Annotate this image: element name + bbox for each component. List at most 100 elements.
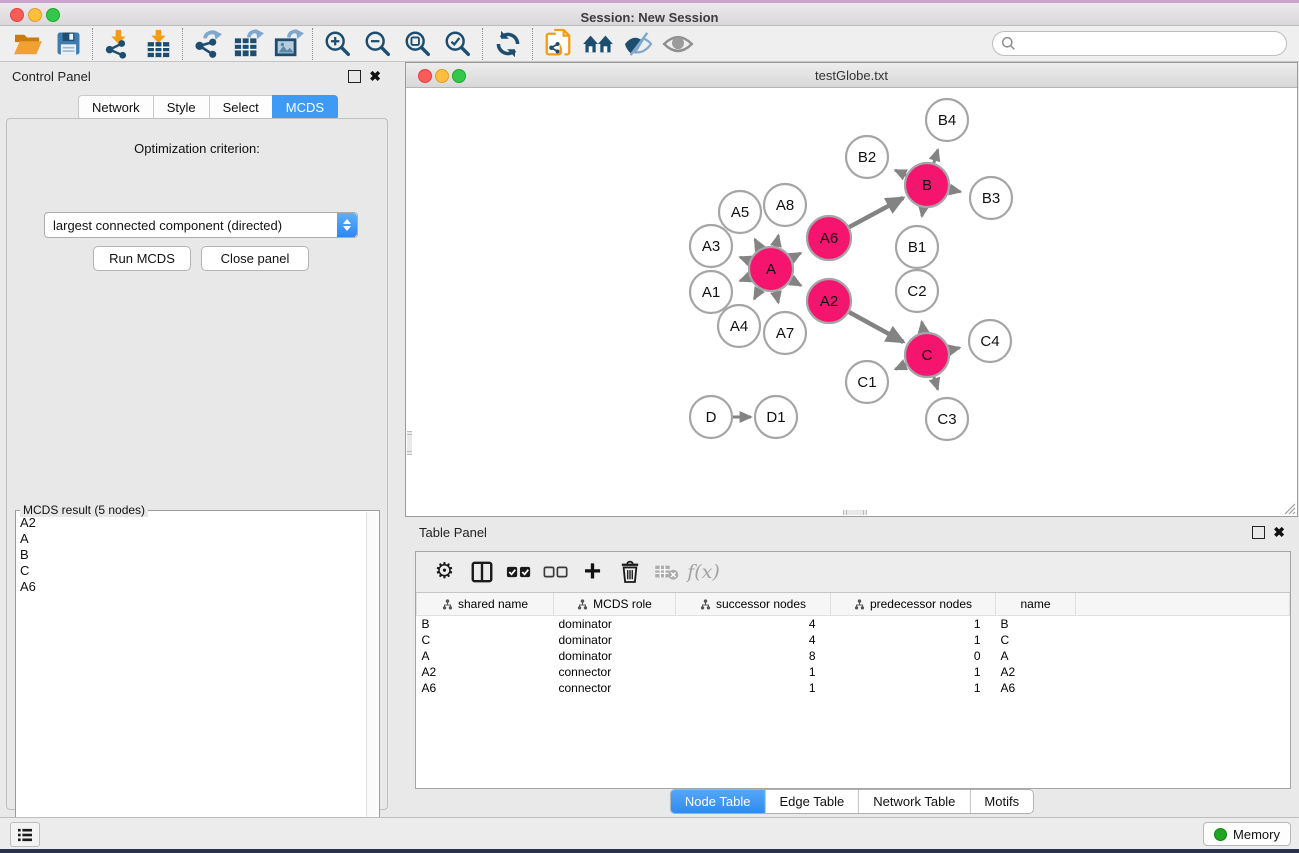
window-resize-grip[interactable] — [1283, 502, 1296, 515]
tab-network-table[interactable]: Network Table — [859, 790, 970, 813]
table-cell[interactable]: A6 — [417, 680, 554, 696]
mcds-result-item[interactable]: A — [20, 531, 365, 547]
table-row[interactable]: Bdominator41B — [417, 616, 1290, 633]
first-neighbors-icon[interactable] — [578, 28, 618, 60]
tab-select[interactable]: Select — [209, 95, 272, 120]
table-cell[interactable]: A — [417, 648, 554, 664]
deselect-all-icon[interactable] — [537, 555, 574, 589]
table-cell[interactable]: C — [996, 632, 1076, 648]
table-row[interactable]: Adominator80A — [417, 648, 1290, 664]
table-cell[interactable]: A — [996, 648, 1076, 664]
search-input[interactable] — [1021, 33, 1286, 55]
table-cell[interactable]: connector — [554, 664, 676, 680]
table-column-header[interactable]: MCDS role — [554, 593, 676, 616]
graph-edge[interactable] — [740, 257, 750, 261]
network-canvas[interactable]: B4B2BB3A8A5A6A3B1AA1C2A2A4A7C4CC1C3DD1 — [406, 88, 1297, 516]
mcds-result-item[interactable]: A2 — [20, 515, 365, 531]
export-table-icon[interactable] — [228, 28, 268, 60]
open-folder-icon[interactable] — [8, 28, 48, 60]
table-column-header[interactable]: successor nodes — [676, 593, 831, 616]
optimization-criterion-dropdown[interactable]: largest connected component (directed) — [44, 212, 358, 238]
save-session-icon[interactable] — [48, 28, 88, 60]
table-cell[interactable]: A2 — [996, 664, 1076, 680]
graph-edge[interactable] — [740, 277, 750, 281]
table-cell[interactable]: 4 — [676, 632, 831, 648]
table-row[interactable]: A2connector11A2 — [417, 664, 1290, 680]
table-cell[interactable]: 8 — [676, 648, 831, 664]
table-column-header[interactable]: shared name — [417, 593, 554, 616]
tab-node-table[interactable]: Node Table — [671, 790, 766, 813]
clone-network-icon[interactable] — [538, 28, 578, 60]
export-image-icon[interactable] — [268, 28, 308, 60]
network-window-titlebar[interactable]: testGlobe.txt — [406, 63, 1297, 88]
close-panel-button[interactable]: Close panel — [201, 246, 309, 271]
table-row[interactable]: A6connector11A6 — [417, 680, 1290, 696]
show-column-icon[interactable] — [463, 555, 500, 589]
close-panel-icon[interactable]: ✖ — [369, 71, 381, 82]
close-table-panel-icon[interactable]: ✖ — [1273, 527, 1285, 538]
table-cell[interactable]: B — [417, 616, 554, 633]
graph-edge[interactable] — [895, 364, 906, 369]
graph-edge[interactable] — [849, 198, 903, 227]
graph-edge[interactable] — [791, 253, 800, 258]
table-cell[interactable]: A2 — [417, 664, 554, 680]
mcds-result-scrollbar[interactable] — [366, 512, 378, 847]
float-panel-icon[interactable] — [348, 70, 361, 83]
mcds-result-item[interactable]: B — [20, 547, 365, 563]
table-cell[interactable]: 1 — [676, 680, 831, 696]
table-cell[interactable]: dominator — [554, 632, 676, 648]
graph-edge[interactable] — [934, 150, 938, 163]
select-all-icon[interactable] — [500, 555, 537, 589]
zoom-out-icon[interactable] — [358, 28, 398, 60]
zoom-fit-icon[interactable] — [398, 28, 438, 60]
export-network-icon[interactable] — [188, 28, 228, 60]
table-cell[interactable]: 0 — [831, 648, 996, 664]
table-cell[interactable]: A6 — [996, 680, 1076, 696]
table-column-header[interactable]: predecessor nodes — [831, 593, 996, 616]
graph-edge[interactable] — [950, 190, 961, 192]
delete-table-icon[interactable] — [648, 555, 685, 589]
graph-edge[interactable] — [754, 289, 760, 299]
window-left-gripper[interactable] — [407, 431, 412, 455]
zoom-in-icon[interactable] — [318, 28, 358, 60]
tab-style[interactable]: Style — [153, 95, 209, 120]
run-mcds-button[interactable]: Run MCDS — [93, 246, 191, 271]
graph-edge[interactable] — [755, 239, 760, 249]
graph-edge[interactable] — [934, 377, 938, 389]
task-history-button[interactable] — [10, 822, 40, 847]
table-cell[interactable]: 1 — [676, 664, 831, 680]
table-cell[interactable]: 1 — [831, 680, 996, 696]
mcds-result-item[interactable]: C — [20, 563, 365, 579]
graph-edge[interactable] — [949, 348, 959, 350]
tab-mcds[interactable]: MCDS — [272, 95, 338, 120]
graph-edge[interactable] — [922, 208, 923, 217]
table-cell[interactable]: connector — [554, 680, 676, 696]
float-table-panel-icon[interactable] — [1252, 526, 1265, 539]
graph-edge[interactable] — [791, 280, 801, 285]
search-field[interactable] — [992, 31, 1287, 56]
graph-edge[interactable] — [849, 312, 903, 342]
tab-network[interactable]: Network — [78, 95, 153, 120]
import-network-icon[interactable] — [98, 28, 138, 60]
table-cell[interactable]: C — [417, 632, 554, 648]
table-cell[interactable]: 1 — [831, 632, 996, 648]
birdseye-view-icon[interactable] — [658, 28, 698, 60]
table-cell[interactable]: dominator — [554, 648, 676, 664]
refresh-view-icon[interactable] — [488, 28, 528, 60]
graph-edge[interactable] — [895, 170, 906, 175]
import-table-icon[interactable] — [138, 28, 178, 60]
table-cell[interactable]: B — [996, 616, 1076, 633]
memory-button[interactable]: Memory — [1203, 822, 1291, 846]
table-cell[interactable]: 1 — [831, 664, 996, 680]
table-cell[interactable]: 1 — [831, 616, 996, 633]
table-column-header[interactable]: name — [996, 593, 1076, 616]
tab-edge-table[interactable]: Edge Table — [765, 790, 859, 813]
window-bottom-gripper[interactable] — [843, 510, 867, 515]
function-builder-icon[interactable]: f(x) — [685, 555, 722, 589]
add-column-icon[interactable]: + — [574, 555, 611, 589]
table-row[interactable]: Cdominator41C — [417, 632, 1290, 648]
table-cell[interactable]: dominator — [554, 616, 676, 633]
graph-edge[interactable] — [922, 322, 924, 333]
tab-motifs[interactable]: Motifs — [970, 790, 1033, 813]
zoom-selected-icon[interactable] — [438, 28, 478, 60]
